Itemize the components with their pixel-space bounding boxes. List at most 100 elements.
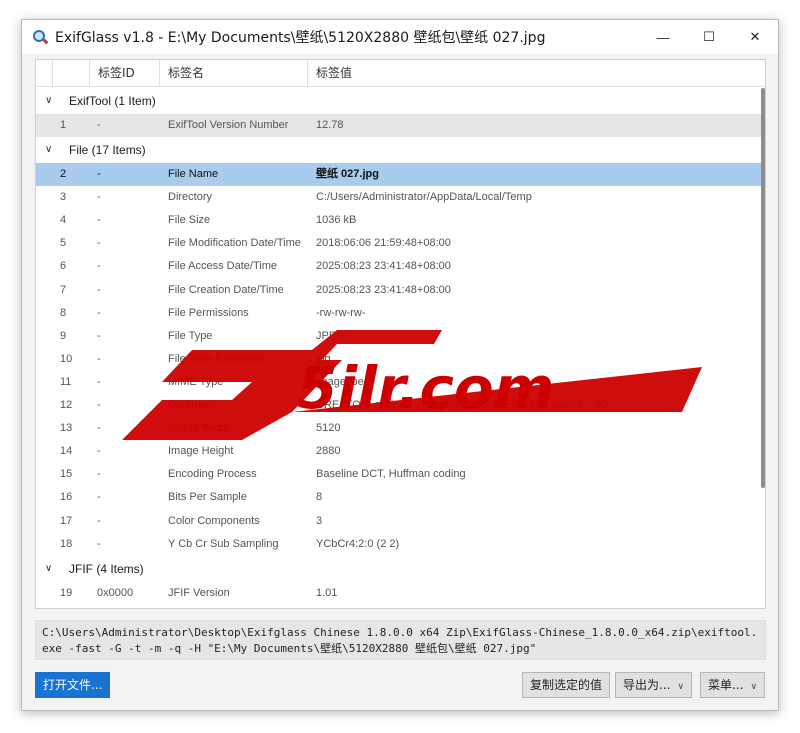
row-tag-id: - — [97, 468, 101, 481]
row-tag-id: - — [97, 329, 101, 342]
vertical-scrollbar[interactable] — [761, 88, 765, 488]
row-tag-value: YCbCr4:2:0 (2 2) — [316, 537, 400, 550]
table-row[interactable]: 4 - File Size 1036 kB — [36, 209, 765, 232]
chevron-down-icon: ∨ — [750, 682, 758, 692]
menu-button[interactable]: 菜单... ∨ — [700, 672, 766, 698]
header-tag-id[interactable]: 标签ID — [90, 60, 160, 87]
header-index-column[interactable] — [53, 60, 90, 87]
row-tag-id: - — [97, 537, 101, 550]
row-tag-id: - — [97, 283, 101, 296]
row-tag-id: - — [97, 214, 101, 227]
row-tag-name: Y Cb Cr Sub Sampling — [168, 537, 279, 550]
app-window: ExifGlass v1.8 - E:\My Documents\壁纸\5120… — [21, 19, 779, 711]
chevron-down-icon: ∨ — [677, 682, 685, 692]
copy-selected-value-button[interactable]: 复制选定的值 — [522, 672, 611, 698]
row-index: 6 — [60, 260, 67, 273]
header-tag-name[interactable]: 标签名 — [160, 60, 308, 87]
table-row[interactable]: 2 - File Name 壁纸 027.jpg — [36, 163, 765, 187]
row-index: 1 — [60, 119, 67, 131]
row-tag-id: - — [97, 191, 101, 204]
group-header[interactable]: ∨ File (17 Items) — [36, 137, 765, 163]
row-tag-value: Baseline DCT, Huffman coding — [316, 468, 466, 481]
row-index: 5 — [60, 237, 67, 250]
row-tag-name: ExifTool Version Number — [168, 119, 289, 131]
row-index: 8 — [60, 306, 67, 319]
row-tag-value: C:/Users/Administrator/AppData/Local/Tem… — [316, 191, 532, 204]
row-tag-name: Image Height — [168, 445, 234, 458]
row-index: 4 — [60, 214, 67, 227]
command-line-display[interactable]: C:\Users\Administrator\Desktop\Exifglass… — [35, 620, 766, 660]
row-tag-id: - — [97, 168, 101, 181]
close-button[interactable]: ✕ — [732, 20, 778, 54]
row-index: 11 — [60, 375, 72, 388]
row-index: 9 — [60, 329, 67, 342]
row-index: 3 — [60, 191, 67, 204]
group-name: ExifTool (1 Item) — [69, 94, 156, 108]
table-header: 标签ID 标签名 标签值 — [36, 60, 765, 87]
row-tag-id: - — [97, 352, 101, 365]
chevron-down-icon[interactable]: ∨ — [45, 88, 52, 114]
table-row[interactable]: 1 - ExifTool Version Number 12.78 — [36, 114, 765, 138]
row-tag-name: File Access Date/Time — [168, 260, 278, 273]
row-index: 19 — [60, 586, 73, 599]
row-tag-value: 2025:08:23 23:41:48+08:00 — [316, 283, 451, 296]
table-row[interactable]: 18 - Y Cb Cr Sub Sampling YCbCr4:2:0 (2 2) — [36, 533, 765, 556]
header-tag-value[interactable]: 标签值 — [308, 60, 765, 87]
row-tag-id: - — [97, 260, 101, 273]
row-tag-name: JFIF Version — [168, 586, 230, 599]
row-tag-name: Encoding Process — [168, 468, 257, 481]
row-tag-value: 12.78 — [316, 119, 344, 131]
row-index: 14 — [60, 445, 73, 458]
row-tag-id: - — [97, 306, 101, 319]
open-file-button[interactable]: 打开文件... — [35, 672, 111, 698]
row-index: 16 — [60, 491, 73, 504]
table-row[interactable]: 19 0x0000 JFIF Version 1.01 — [36, 582, 765, 605]
row-index: 2 — [60, 168, 67, 181]
group-name: JFIF (4 Items) — [69, 561, 144, 576]
table-row[interactable]: 17 - Color Components 3 — [36, 510, 765, 533]
row-tag-value: 8 — [316, 491, 323, 504]
row-tag-id: - — [97, 514, 101, 527]
row-tag-name: Bits Per Sample — [168, 491, 247, 504]
row-tag-id: - — [97, 399, 101, 412]
table-row[interactable]: 7 - File Creation Date/Time 2025:08:23 23:4… — [36, 279, 765, 302]
row-tag-name: File Creation Date/Time — [168, 283, 284, 296]
table-row[interactable]: 16 - Bits Per Sample 8 — [36, 486, 765, 509]
title-bar[interactable]: ExifGlass v1.8 - E:\My Documents\壁纸\5120… — [22, 20, 778, 54]
window-controls: — ☐ ✕ — [640, 20, 778, 54]
row-tag-id: - — [97, 445, 101, 458]
row-index: 18 — [60, 537, 73, 550]
row-tag-name: File Modification Date/Time — [168, 237, 301, 250]
table-row[interactable]: 6 - File Access Date/Time 2025:08:23 23:41:… — [36, 255, 765, 278]
table-row[interactable]: 15 - Encoding Process Baseline DCT, Huffman… — [36, 463, 765, 486]
row-tag-value: 2018:06:06 21:59:48+08:00 — [316, 237, 451, 250]
row-tag-value: 1036 kB — [316, 214, 357, 227]
maximize-button[interactable]: ☐ — [686, 20, 732, 54]
row-tag-id: - — [97, 375, 101, 388]
row-tag-id: - — [97, 422, 101, 435]
minimize-button[interactable]: — — [640, 20, 686, 54]
row-index: 17 — [60, 514, 73, 527]
row-tag-value: 壁纸 027.jpg — [316, 168, 379, 181]
row-index: 15 — [60, 468, 73, 481]
table-row[interactable]: 14 - Image Height 2880 — [36, 440, 765, 463]
table-row[interactable]: 3 - Directory C:/Users/Administrator/AppDat… — [36, 186, 765, 209]
group-header[interactable]: ∨ JFIF (4 Items) — [36, 556, 765, 582]
row-tag-id: - — [97, 119, 101, 131]
row-tag-value: 1.01 — [316, 586, 338, 599]
row-index: 12 — [60, 399, 73, 412]
row-tag-id: - — [97, 237, 101, 250]
group-header[interactable]: ∨ ExifTool (1 Item) — [36, 88, 765, 114]
row-tag-name: File Size — [168, 214, 211, 227]
row-tag-value: 2880 — [316, 445, 341, 458]
row-tag-value: 3 — [316, 514, 323, 527]
chevron-down-icon[interactable]: ∨ — [45, 556, 52, 582]
row-tag-name: File Name — [168, 168, 219, 181]
row-tag-name: Directory — [168, 191, 213, 204]
row-tag-name: Color Components — [168, 514, 260, 527]
chevron-down-icon[interactable]: ∨ — [45, 137, 52, 163]
watermark-text: 5ilr.com — [297, 354, 554, 422]
export-button[interactable]: 导出为... ∨ — [615, 672, 693, 698]
table-row[interactable]: 5 - File Modification Date/Time 2018:06:06 … — [36, 232, 765, 255]
row-tag-value: 2025:08:23 23:41:48+08:00 — [316, 260, 451, 273]
